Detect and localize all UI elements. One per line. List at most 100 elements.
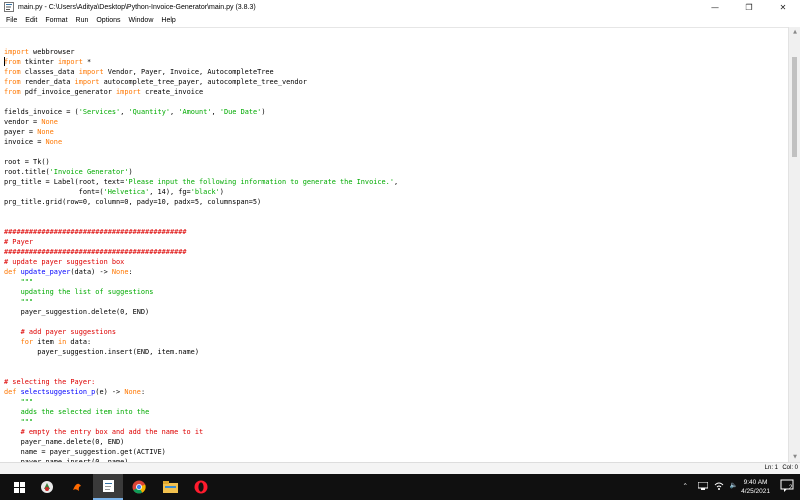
code-token: payer_name.delete(0, END) [4, 438, 125, 446]
chevron-up-icon[interactable]: ⌃ [683, 482, 688, 490]
code-line[interactable]: ​ [4, 207, 398, 217]
code-token: updating the list of suggestions [20, 288, 154, 296]
code-text[interactable]: ​import webbrowserfrom tkinter import *f… [4, 37, 398, 467]
menu-options[interactable]: Options [92, 17, 124, 24]
code-line[interactable]: vendor = None [4, 117, 398, 127]
code-line[interactable]: # selecting the Payer: [4, 377, 398, 387]
code-token: None [111, 268, 129, 276]
file-explorer-icon[interactable] [155, 474, 185, 500]
close-button[interactable]: ✕ [766, 0, 800, 14]
maximize-button[interactable]: ❐ [732, 0, 766, 14]
code-line[interactable]: name = payer_suggestion.get(ACTIVE) [4, 447, 398, 457]
app-icon[interactable] [32, 474, 62, 500]
code-token: , [211, 108, 220, 116]
code-line[interactable]: import webbrowser [4, 47, 398, 57]
code-line[interactable]: for item in data: [4, 337, 398, 347]
scroll-up-arrow-icon[interactable]: ▲ [789, 27, 800, 37]
code-line[interactable]: payer_suggestion.delete(0, END) [4, 307, 398, 317]
clock-time: 9:40 AM [743, 479, 768, 486]
code-line[interactable]: def selectsuggestion_p(e) -> None: [4, 387, 398, 397]
code-line[interactable]: """ [4, 417, 398, 427]
code-token: payer_suggestion.insert(END, item.name) [4, 348, 199, 356]
code-token: import [57, 58, 83, 66]
code-line[interactable]: # empty the entry box and add the name t… [4, 427, 398, 437]
code-token: """ [20, 418, 34, 426]
vertical-scrollbar[interactable]: ▲ ▼ [788, 27, 800, 462]
code-token: # empty the entry box and add the name t… [20, 428, 204, 436]
code-token: def [4, 268, 17, 276]
code-line[interactable]: ​ [4, 37, 398, 47]
code-line[interactable]: """ [4, 277, 398, 287]
code-line[interactable]: payer = None [4, 127, 398, 137]
code-line[interactable]: invoice = None [4, 137, 398, 147]
code-token: prg_title.grid(row=0, column=0, pady=10,… [4, 198, 262, 206]
status-bar: Ln: 1 Col: 0 [0, 462, 800, 474]
code-token: None [41, 118, 58, 126]
code-line[interactable]: from classes_data import Vendor, Payer, … [4, 67, 398, 77]
code-line[interactable]: # Payer [4, 237, 398, 247]
wifi-icon[interactable] [714, 482, 724, 490]
code-line[interactable]: ​ [4, 147, 398, 157]
code-line[interactable]: from render_data import autocomplete_tre… [4, 77, 398, 87]
code-token: None [37, 128, 54, 136]
python-idle-taskbar-icon[interactable] [93, 474, 123, 500]
scroll-down-arrow-icon[interactable]: ▼ [789, 452, 800, 462]
code-line[interactable]: ​ [4, 217, 398, 227]
notification-icon[interactable]: 2 [780, 479, 794, 493]
code-line[interactable]: # update payer suggestion box [4, 257, 398, 267]
menu-edit[interactable]: Edit [21, 17, 41, 24]
menu-run[interactable]: Run [72, 17, 93, 24]
code-line[interactable]: ########################################… [4, 247, 398, 257]
code-line[interactable]: root.title('Invoice Generator') [4, 167, 398, 177]
code-line[interactable]: font=('Helvetica', 14), fg='black') [4, 187, 398, 197]
code-line[interactable]: # add payer suggestions [4, 327, 398, 337]
code-line[interactable]: payer_suggestion.insert(END, item.name) [4, 347, 398, 357]
code-token: : [140, 388, 146, 396]
chrome-icon[interactable] [124, 474, 154, 500]
code-line[interactable]: fields_invoice = ('Services', 'Quantity'… [4, 107, 398, 117]
code-line[interactable]: ​ [4, 317, 398, 327]
code-token: import [116, 88, 141, 96]
code-line[interactable]: """ [4, 397, 398, 407]
network-icon[interactable] [698, 482, 708, 490]
code-line[interactable]: from tkinter import * [4, 57, 398, 67]
code-line[interactable]: updating the list of suggestions [4, 287, 398, 297]
menu-file[interactable]: File [0, 17, 21, 24]
flame-app-icon[interactable] [62, 474, 92, 500]
windows-start-icon[interactable] [4, 474, 34, 500]
code-editor[interactable]: ​import webbrowserfrom tkinter import *f… [0, 27, 788, 466]
menu-help[interactable]: Help [157, 17, 179, 24]
clock[interactable]: 9:40 AM 4/25/2021 [741, 478, 770, 496]
code-token: item [33, 338, 58, 346]
code-line[interactable]: prg_title = Label(root, text='Please inp… [4, 177, 398, 187]
code-line[interactable]: ########################################… [4, 227, 398, 237]
code-token: None [124, 388, 141, 396]
code-line[interactable]: from pdf_invoice_generator import create… [4, 87, 398, 97]
code-line[interactable]: prg_title.grid(row=0, column=0, pady=10,… [4, 197, 398, 207]
menu-window[interactable]: Window [124, 17, 157, 24]
code-token: fields_invoice = ( [4, 108, 79, 116]
code-line[interactable]: adds the selected item into the [4, 407, 398, 417]
code-line[interactable]: ​ [4, 357, 398, 367]
code-line[interactable]: ​ [4, 97, 398, 107]
code-line[interactable]: ​ [4, 367, 398, 377]
code-line[interactable]: """ [4, 297, 398, 307]
taskbar: ⌃ 🔈 9:40 AM 4/25/2021 2 [0, 474, 800, 500]
code-token: """ [20, 398, 34, 406]
code-line[interactable]: payer_name.delete(0, END) [4, 437, 398, 447]
scrollbar-thumb[interactable] [792, 57, 797, 157]
code-token: prg_title = Label(root, text= [4, 178, 125, 186]
code-token: None [45, 138, 63, 146]
volume-icon[interactable]: 🔈 [730, 481, 738, 489]
code-line[interactable]: root = Tk() [4, 157, 398, 167]
code-token: # Payer [4, 238, 34, 246]
minimize-button[interactable]: — [698, 0, 732, 14]
opera-icon[interactable] [186, 474, 216, 500]
window-title: main.py - C:\Users\Aditya\Desktop\Python… [18, 3, 256, 11]
code-line[interactable]: def update_payer(data) -> None: [4, 267, 398, 277]
menu-format[interactable]: Format [41, 17, 71, 24]
code-token: from [4, 88, 21, 96]
